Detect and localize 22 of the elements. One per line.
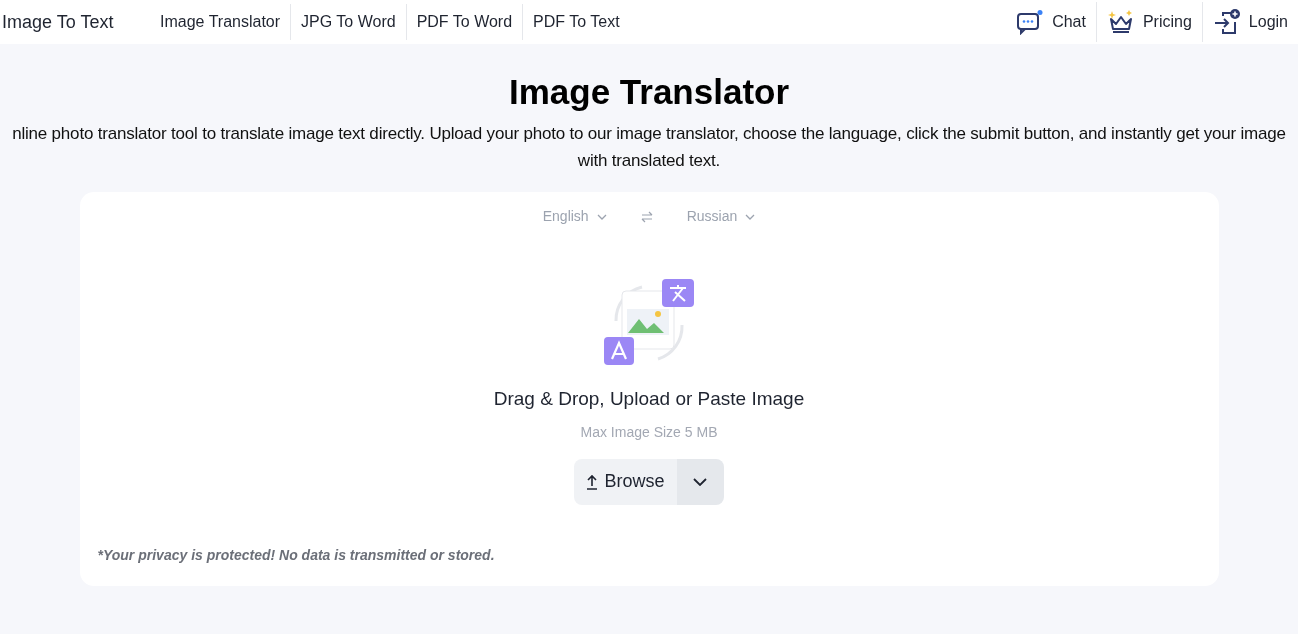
login-icon — [1212, 8, 1241, 36]
upload-icon — [586, 473, 599, 490]
page-description: nline photo translator tool to translate image text directly. Upload your photo to our image translator, choose the language, click the submit button, and instantly get your image with translated text. — [11, 123, 1287, 172]
page-title: Image Translator — [508, 71, 790, 113]
more-options-button[interactable] — [676, 458, 724, 505]
login-link[interactable]: Login — [1201, 2, 1298, 42]
chevron-down-icon — [693, 477, 707, 486]
pricing-link[interactable]: Pricing — [1095, 2, 1202, 42]
chat-link[interactable]: Chat — [1016, 2, 1096, 42]
nav-link[interactable]: JPG To Word — [290, 4, 406, 40]
nav-link[interactable]: Image Translator — [150, 4, 291, 40]
swap-icon[interactable] — [640, 210, 653, 223]
upload-prompt: Drag & Drop, Upload or Paste Image — [493, 387, 805, 411]
chevron-down-icon — [596, 213, 607, 220]
brand-link[interactable]: Image To Text — [0, 8, 150, 36]
privacy-note: *Your privacy is protected! No data is transmitted or stored. — [97, 545, 495, 565]
chat-icon — [1016, 9, 1045, 35]
nav-link[interactable]: PDF To Word — [405, 4, 523, 40]
nav-link[interactable]: PDF To Text — [522, 4, 630, 40]
chevron-down-icon — [745, 213, 756, 220]
size-limit-note: Max Image Size 5 MB — [580, 422, 718, 442]
browse-button[interactable]: Browse — [574, 458, 677, 505]
